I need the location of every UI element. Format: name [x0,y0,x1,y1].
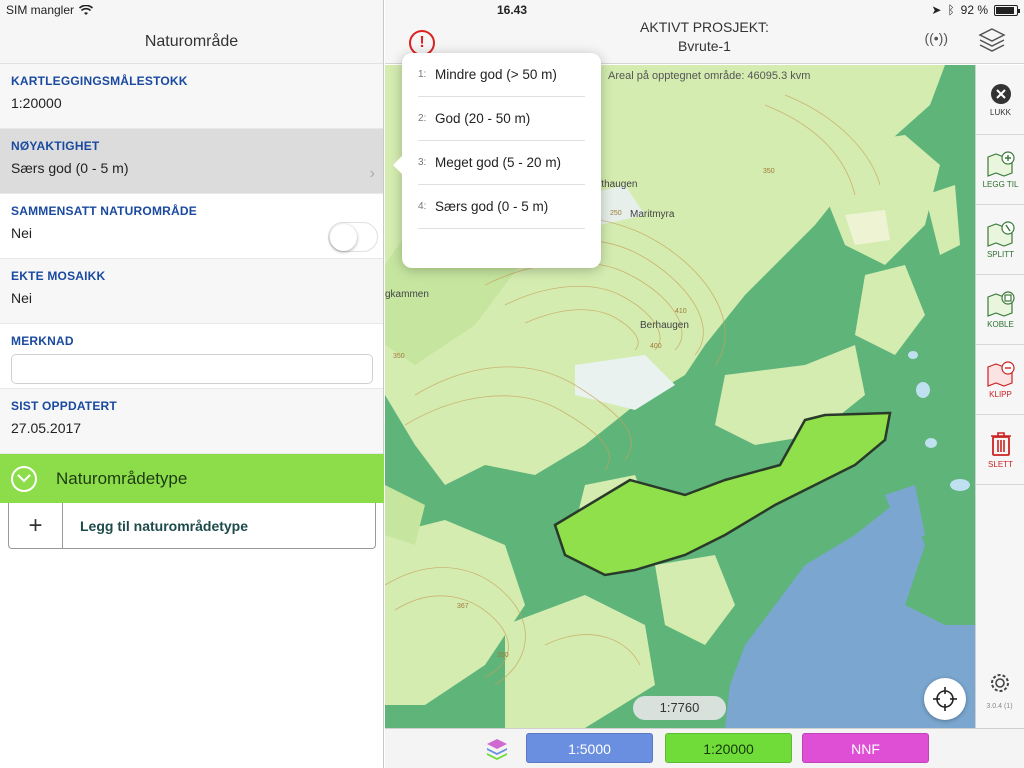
map-contour-label: 350 [393,353,405,360]
cut-tool-button[interactable]: KLIPP [976,345,1024,415]
map-cut-icon [986,360,1015,387]
option-number: 1: [418,69,427,80]
field-value: 1:20000 [11,95,62,111]
add-area-type-label: Legg til naturområdetype [80,517,249,534]
join-tool-button[interactable]: KOBLE [976,275,1024,345]
map-contour-label: 350 [497,652,509,659]
chevron-right-icon: › [369,165,375,182]
scale-5000-button[interactable]: 1:5000 [526,733,653,763]
tool-label: LUKK [990,107,1011,117]
map-place-label: gkammen [385,289,429,300]
field-remark: MERKNAD [0,324,383,389]
add-area-type-button[interactable]: + Legg til naturområdetype [8,503,376,549]
map-contour-label: 400 [650,343,662,350]
option-number: 4: [418,201,427,212]
map-contour-label: 367 [457,603,469,610]
field-label: KARTLEGGINGSMÅLESTOKK [11,74,188,88]
delete-tool-button[interactable]: SLETT [976,415,1024,485]
map-contour-label: 250 [610,210,622,217]
field-accuracy[interactable]: NØYAKTIGHET Særs god (0 - 5 m) › [0,129,383,194]
status-right: ➤ ᛒ 92 % [931,3,1020,17]
accuracy-option[interactable]: 3: Meget god (5 - 20 m) [418,141,585,185]
map-contour-label: 350 [763,168,775,175]
map-place-label: Berhaugen [640,320,689,331]
option-number: 2: [418,113,427,124]
map-contour-label: 410 [675,308,687,315]
area-type-section-title: Naturområdetype [56,468,188,488]
map-split-icon [986,220,1015,247]
field-value: Nei [11,225,33,241]
area-type-section[interactable]: Naturområdetype [0,454,384,503]
field-label: MERKNAD [11,334,74,348]
map-toolbar: LUKK LEGG TIL SPLITT KOBLE KLIPP SLETT [975,65,1024,728]
remark-input[interactable] [11,354,373,384]
crosshair-icon [933,687,957,711]
bluetooth-icon: ᛒ [947,3,955,17]
accuracy-popover: 1: Mindre god (> 50 m) 2: God (20 - 50 m… [393,53,601,268]
field-value: 27.05.2017 [11,420,82,436]
location-arrow-icon: ➤ [931,3,942,17]
tool-label: KLIPP [989,389,1012,399]
accuracy-option[interactable]: 4: Særs god (0 - 5 m) [418,185,585,229]
option-label: Meget god (5 - 20 m) [435,155,562,170]
option-number: 3: [418,157,427,168]
map-place-label: Maritmyra [630,209,675,220]
option-label: Mindre god (> 50 m) [435,67,557,82]
field-value: Nei [11,290,33,306]
field-label: EKTE MOSAIKK [11,269,106,283]
tool-label: SLETT [988,459,1013,469]
field-composite-area: SAMMENSATT NATUROMRÅDE Nei [0,194,383,259]
bottom-bar: 1:5000 1:20000 NNF [385,728,1024,768]
gear-icon [990,674,1009,692]
left-panel-title: Naturområde [144,33,239,50]
add-tool-button[interactable]: LEGG TIL [976,135,1024,205]
field-last-updated: SIST OPPDATERT 27.05.2017 [0,389,383,454]
composite-area-toggle[interactable] [328,222,378,252]
field-value: Særs god (0 - 5 m) [11,160,129,176]
nnf-button[interactable]: NNF [802,733,929,763]
map-join-icon [986,290,1015,317]
accuracy-option[interactable]: 2: God (20 - 50 m) [418,97,585,141]
battery-text: 92 % [960,3,988,17]
tool-label: SPLITT [986,249,1015,259]
field-label: SIST OPPDATERT [11,399,117,413]
tool-label: LEGG TIL [982,179,1019,189]
tool-label: KOBLE [987,319,1014,329]
scale-20000-button[interactable]: 1:20000 [665,733,792,763]
field-true-mosaic[interactable]: EKTE MOSAIKK Nei [0,259,383,324]
accuracy-option[interactable]: 1: Mindre god (> 50 m) [418,53,585,97]
trash-icon [990,431,1011,456]
field-mapping-scale[interactable]: KARTLEGGINGSMÅLESTOKK 1:20000 [0,64,383,129]
left-panel: Naturområde KARTLEGGINGSMÅLESTOKK 1:2000… [0,0,384,768]
battery-icon [994,4,1020,16]
toggle-knob [330,224,357,251]
locate-me-button[interactable] [924,678,966,720]
option-label: Særs god (0 - 5 m) [435,199,549,214]
version-text: 3.0.4 (1) [986,703,1013,710]
map-add-icon [986,150,1015,177]
battery-fill [996,6,1015,14]
settings-button[interactable]: 3.0.4 (1) [975,670,1024,710]
option-label: God (20 - 50 m) [435,111,531,126]
close-tool-button[interactable]: LUKK [976,65,1024,135]
status-bar: SIM mangler 16.43 ➤ ᛒ 92 % [0,0,1024,20]
field-label: SAMMENSATT NATUROMRÅDE [11,204,197,218]
close-icon [990,83,1011,104]
field-label: NØYAKTIGHET [11,139,100,153]
map-scale-indicator: 1:7760 [633,696,726,720]
stack-layers-icon[interactable] [485,737,509,766]
status-time: 16.43 [496,3,528,17]
split-tool-button[interactable]: SPLITT [976,205,1024,275]
layers-icon[interactable] [978,26,1006,59]
area-measurement-text: Areal på opptegnet område: 46095.3 kvm [608,70,811,82]
popover-arrow [393,155,403,175]
chevron-down-circle-icon [11,465,37,492]
plus-icon: + [9,503,63,548]
broadcast-icon[interactable]: ((•)) [924,30,948,46]
